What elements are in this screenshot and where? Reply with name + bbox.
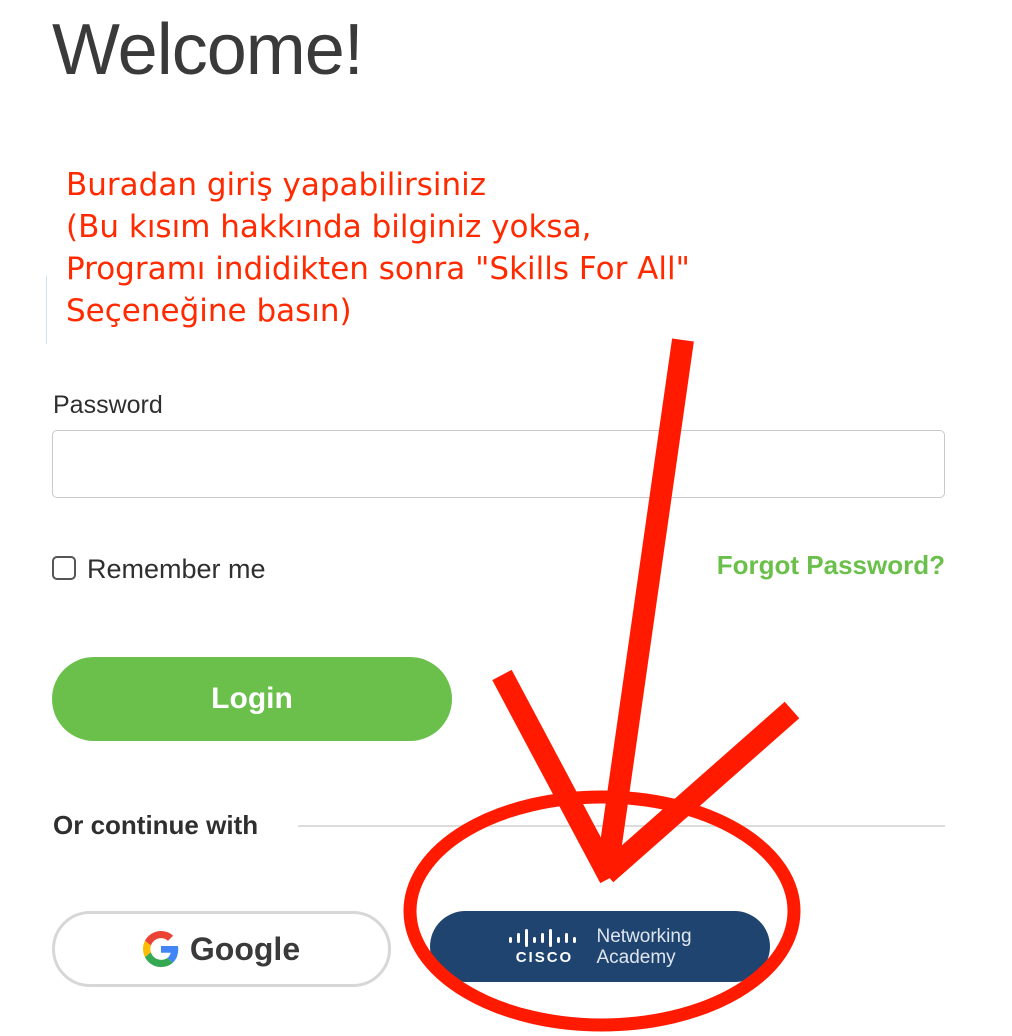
- remember-me-checkbox[interactable]: [52, 555, 76, 580]
- login-button[interactable]: Login: [52, 657, 452, 741]
- networking-academy-text: Networking Academy: [596, 926, 691, 968]
- arrow-head-right: [598, 701, 800, 883]
- username-field-edge: [46, 276, 47, 344]
- networking-academy-login-button[interactable]: CISCO Networking Academy: [430, 911, 770, 982]
- google-login-button[interactable]: Google: [52, 911, 391, 987]
- page-title: Welcome!: [52, 10, 364, 90]
- annotation-line: (Bu kısım hakkında bilginiz yoksa,: [66, 209, 592, 245]
- cisco-logo-icon: CISCO: [508, 928, 580, 966]
- cisco-wordmark: CISCO: [515, 948, 574, 966]
- netacad-line-1: Networking: [596, 925, 692, 947]
- password-input[interactable]: [52, 430, 945, 498]
- google-label: Google: [189, 930, 301, 967]
- arrow-head-left: [492, 669, 620, 884]
- annotation-overlay: [403, 338, 801, 1032]
- cisco-bars-icon: [509, 928, 577, 947]
- google-icon: [142, 931, 179, 967]
- or-continue-with-label: Or continue with: [53, 810, 259, 840]
- netacad-line-2: Academy: [596, 946, 676, 968]
- forgot-password-link[interactable]: Forgot Password?: [717, 550, 945, 581]
- divider-line: [298, 825, 945, 827]
- annotation-note: Buradan giriş yapabilirsiniz (Bu kısım h…: [66, 164, 846, 332]
- annotation-line: Buradan giriş yapabilirsiniz: [66, 167, 487, 203]
- remember-me-label[interactable]: Remember me: [87, 554, 266, 585]
- remember-me-row[interactable]: Remember me: [52, 550, 266, 585]
- annotation-line: Seçeneğine basın): [66, 293, 352, 329]
- password-label: Password: [53, 391, 163, 419]
- arrow-shaft: [596, 338, 694, 874]
- annotation-line: Programı indidikten sonra "Skills For Al…: [66, 251, 690, 287]
